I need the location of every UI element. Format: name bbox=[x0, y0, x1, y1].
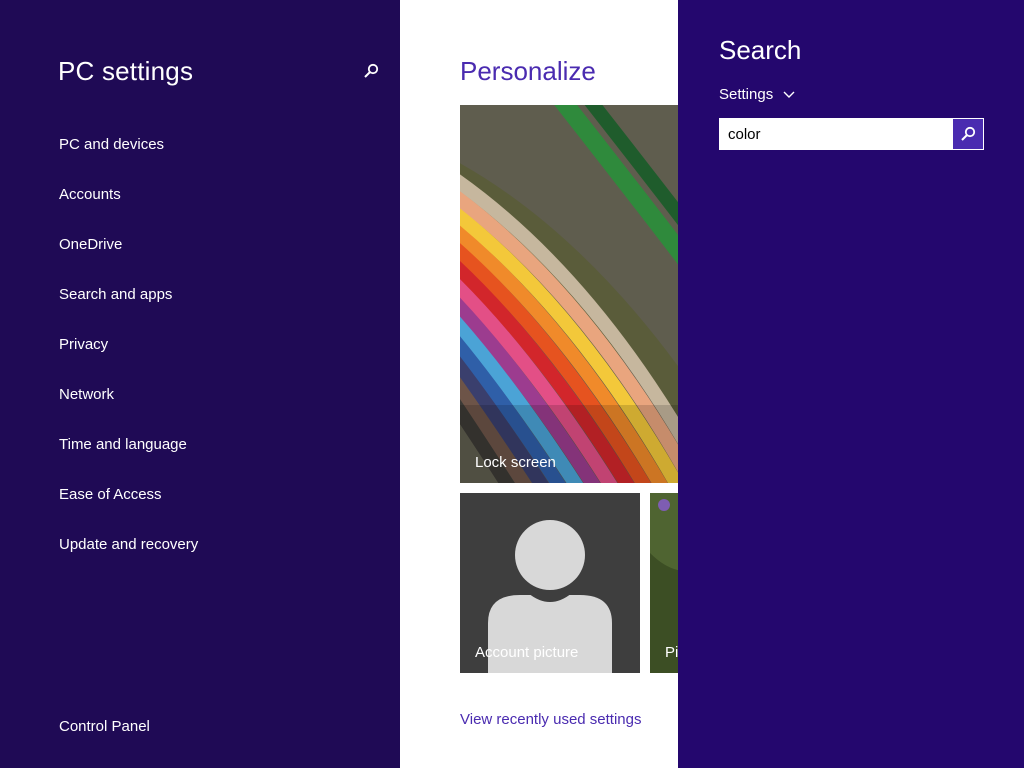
nav-item-pc-and-devices[interactable]: PC and devices bbox=[59, 135, 198, 185]
nav-item-time-and-language[interactable]: Time and language bbox=[59, 435, 198, 485]
search-go-button[interactable] bbox=[953, 119, 983, 149]
search-input[interactable] bbox=[719, 118, 952, 150]
nav-item-accounts[interactable]: Accounts bbox=[59, 185, 198, 235]
nav-item-network[interactable]: Network bbox=[59, 385, 198, 435]
personalize-content: Personalize Lock screen Account picture … bbox=[400, 0, 678, 768]
picture-password-label: Pi bbox=[665, 644, 678, 661]
page-title: Personalize bbox=[460, 56, 596, 86]
search-box bbox=[719, 118, 984, 150]
search-icon[interactable] bbox=[360, 60, 382, 82]
lock-screen-label: Lock screen bbox=[475, 454, 556, 471]
picture-password-tile[interactable]: Pi bbox=[650, 493, 678, 673]
lock-screen-image bbox=[460, 105, 678, 483]
chevron-down-icon bbox=[783, 86, 795, 103]
nav-item-privacy[interactable]: Privacy bbox=[59, 335, 198, 385]
account-picture-label: Account picture bbox=[475, 644, 579, 661]
search-scope-label: Settings bbox=[719, 86, 774, 103]
nav-item-ease-of-access[interactable]: Ease of Access bbox=[59, 485, 198, 535]
nav-item-update-and-recovery[interactable]: Update and recovery bbox=[59, 535, 198, 585]
search-title: Search bbox=[719, 35, 802, 65]
search-icon bbox=[961, 126, 976, 141]
nav-pane: PC settings PC and devices Accounts OneD… bbox=[0, 0, 400, 768]
control-panel-link[interactable]: Control Panel bbox=[59, 718, 150, 735]
lock-screen-tile[interactable]: Lock screen bbox=[460, 105, 678, 483]
account-picture-tile[interactable]: Account picture bbox=[460, 493, 640, 673]
search-scope-dropdown[interactable]: Settings bbox=[719, 86, 795, 103]
nav-item-search-and-apps[interactable]: Search and apps bbox=[59, 285, 198, 335]
nav-list: PC and devices Accounts OneDrive Search … bbox=[59, 135, 198, 585]
search-pane: Search Settings bbox=[678, 0, 1024, 768]
nav-item-onedrive[interactable]: OneDrive bbox=[59, 235, 198, 285]
view-recent-settings-link[interactable]: View recently used settings bbox=[460, 711, 642, 728]
nav-title: PC settings bbox=[58, 56, 194, 86]
